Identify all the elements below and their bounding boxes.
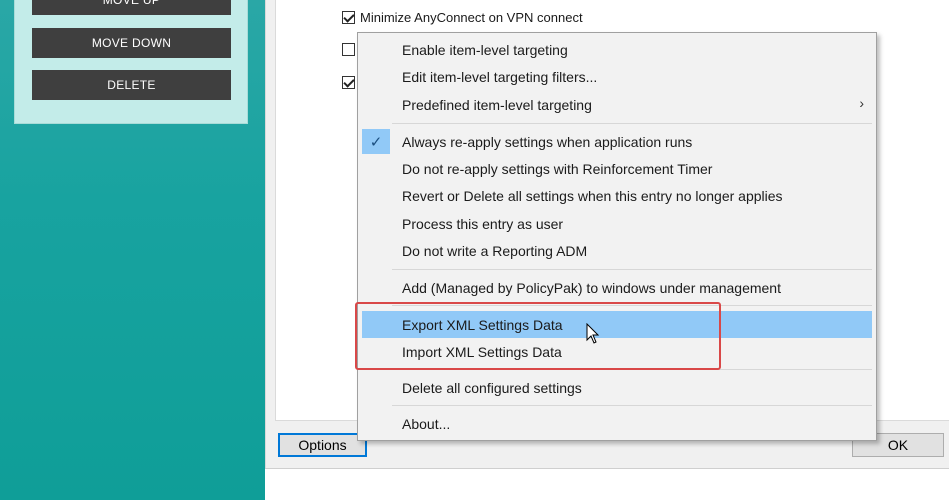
checkbox[interactable] bbox=[342, 43, 355, 56]
options-context-menu: Enable item-level targeting Edit item-le… bbox=[357, 32, 877, 441]
menu-item-label: Edit item-level targeting filters... bbox=[402, 68, 598, 85]
menu-item-predefined-targeting[interactable]: Predefined item-level targeting › bbox=[362, 92, 872, 117]
menu-item-label: Predefined item-level targeting bbox=[402, 96, 592, 113]
checkbox[interactable] bbox=[342, 76, 355, 89]
menu-item-no-reporting-adm[interactable]: Do not write a Reporting ADM bbox=[362, 238, 872, 263]
menu-item-process-as-user[interactable]: Process this entry as user bbox=[362, 211, 872, 236]
highlight-annotation bbox=[355, 302, 721, 370]
menu-separator bbox=[392, 123, 872, 124]
menu-item-label: Add (Managed by PolicyPak) to windows un… bbox=[402, 279, 781, 296]
menu-item-enable-targeting[interactable]: Enable item-level targeting bbox=[362, 37, 872, 62]
menu-item-label: Process this entry as user bbox=[402, 215, 564, 232]
menu-item-label: Do not re-apply settings with Reinforcem… bbox=[402, 160, 713, 177]
menu-item-label: About... bbox=[402, 415, 451, 432]
menu-item-revert-delete[interactable]: Revert or Delete all settings when this … bbox=[362, 183, 872, 208]
move-up-button[interactable]: MOVE UP bbox=[32, 0, 231, 15]
checkbox-label: Minimize AnyConnect on VPN connect bbox=[360, 10, 583, 25]
menu-item-label: Enable item-level targeting bbox=[402, 41, 568, 58]
menu-item-always-reapply[interactable]: ✓ Always re-apply settings when applicat… bbox=[362, 129, 872, 154]
menu-item-no-reinforcement[interactable]: Do not re-apply settings with Reinforcem… bbox=[362, 156, 872, 181]
menu-item-label: Always re-apply settings when applicatio… bbox=[402, 133, 693, 150]
move-down-button[interactable]: MOVE DOWN bbox=[32, 28, 231, 58]
menu-item-delete-all[interactable]: Delete all configured settings bbox=[362, 375, 872, 400]
menu-item-add-managed[interactable]: Add (Managed by PolicyPak) to windows un… bbox=[362, 275, 872, 300]
delete-button[interactable]: DELETE bbox=[32, 70, 231, 100]
bottom-strip bbox=[265, 468, 949, 501]
mouse-cursor-icon bbox=[586, 323, 600, 344]
menu-item-label: Revert or Delete all settings when this … bbox=[402, 187, 783, 204]
checkmark-icon: ✓ bbox=[362, 129, 390, 154]
checkbox[interactable] bbox=[342, 11, 355, 24]
menu-item-edit-filters[interactable]: Edit item-level targeting filters... bbox=[362, 64, 872, 89]
menu-item-about[interactable]: About... bbox=[362, 411, 872, 436]
checkbox-row-minimize[interactable]: Minimize AnyConnect on VPN connect bbox=[342, 10, 583, 25]
chevron-right-icon: › bbox=[859, 95, 864, 111]
menu-item-label: Delete all configured settings bbox=[402, 379, 582, 396]
menu-separator bbox=[392, 269, 872, 270]
menu-item-label: Do not write a Reporting ADM bbox=[402, 242, 588, 259]
side-action-panel: MOVE UP MOVE DOWN DELETE bbox=[14, 0, 248, 124]
options-button[interactable]: Options bbox=[278, 433, 367, 457]
menu-separator bbox=[392, 405, 872, 406]
